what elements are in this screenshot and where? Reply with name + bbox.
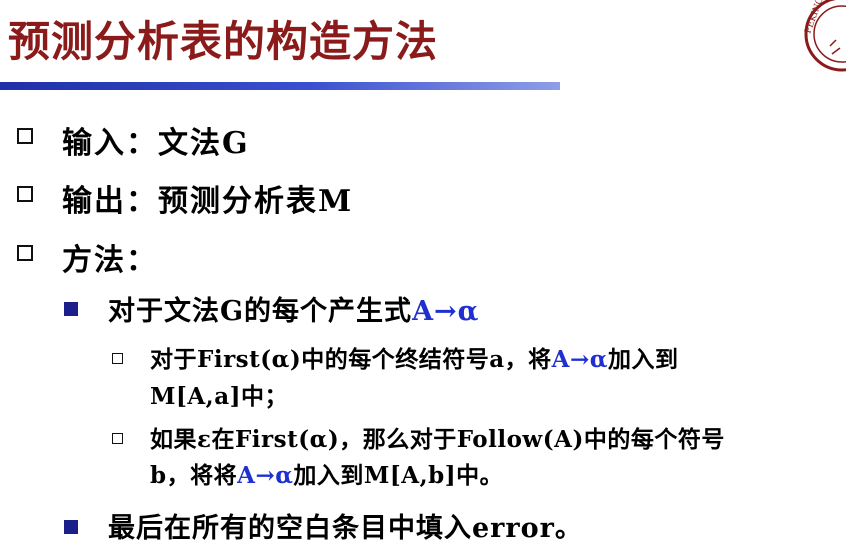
bullet-square — [17, 128, 33, 144]
first-set-rule-line1: 对于First(α)中的每个终结符号a，将A→α加入到 — [150, 340, 678, 374]
input-line: 输入：文法G — [62, 126, 250, 161]
first-set-rule-tail: 加入到 — [607, 346, 679, 373]
logo-text: PEKING — [803, 0, 825, 35]
follow-set-rule-line1: 如果ε在First(α)，那么对于Follow(A)中的每个符号 — [150, 426, 725, 453]
bullet-hollow-small — [112, 433, 123, 444]
production-rule-line: 对于文法G的每个产生式A→α — [108, 289, 479, 328]
university-logo: PEKING — [803, 0, 846, 72]
follow-set-rule-line2: b，将将A→α加入到M[A,b]中。 — [150, 456, 503, 490]
follow-set-arrow-highlight: A→α — [237, 462, 294, 489]
error-fill-line: 最后在所有的空白条目中填入error。 — [108, 513, 583, 544]
output-line: 输出：预测分析表M — [62, 184, 354, 219]
bullet-square — [17, 186, 33, 202]
bullet-hollow-small — [112, 353, 123, 364]
first-set-arrow-highlight: A→α — [551, 346, 608, 373]
slide-title: 预测分析表的构造方法 — [8, 17, 439, 66]
production-arrow-highlight: A→α — [412, 296, 480, 327]
method-line: 方法： — [62, 243, 158, 278]
title-underline — [0, 82, 560, 90]
production-rule-text: 对于文法G的每个产生式 — [108, 296, 413, 327]
bullet-filled — [64, 302, 78, 316]
bullet-square — [17, 245, 33, 261]
follow-set-rule-tail: 加入到M[A,b]中。 — [293, 462, 504, 489]
bullet-filled — [64, 520, 78, 534]
first-set-rule-line2: M[A,a]中； — [150, 383, 288, 410]
follow-set-rule-text: b，将将 — [150, 462, 238, 489]
first-set-rule-text: 对于First(α)中的每个终结符号a，将 — [150, 346, 552, 373]
